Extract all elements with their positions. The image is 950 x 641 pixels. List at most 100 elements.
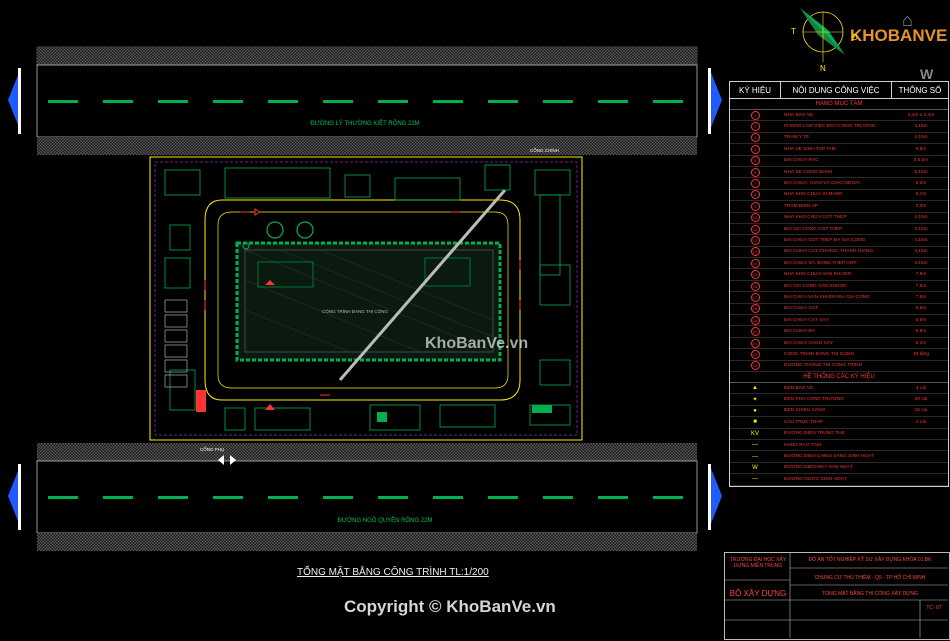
- legend-row: 6 NHÀ XE CÔNG NHÂN 5,15m: [730, 167, 948, 179]
- legend-symbol: —: [752, 453, 758, 460]
- title-block-school: TRƯỜNG ĐẠI HỌC XÂY DỰNG MIỀN TRUNG: [729, 557, 787, 569]
- legend-spec: 6,5m: [915, 329, 927, 335]
- legend-symbol-cell: 12: [730, 235, 780, 245]
- legend-row: 8 NHÀ KHO CHỨA XI MĂNG 6,7m: [730, 190, 948, 202]
- legend-description: ĐƯỜNG ĐIỆN TRUNG THẾ: [784, 431, 845, 437]
- title-block-sheet-no: TC- 07: [926, 605, 942, 611]
- watermark: KhoBanVe.vn: [425, 335, 529, 352]
- legend-description: NHÀ KHO CHỨA VÁN KHUÔN: [784, 272, 851, 278]
- legend-symbol-cell: 16: [730, 281, 780, 291]
- legend-description: PHÒNG LÀM VIỆC BCH CÔNG TRƯỜNG: [784, 124, 876, 130]
- legend-description: HÀNG RÀO TẠM: [784, 442, 821, 448]
- legend-symbol: 11: [750, 224, 760, 234]
- legend-symbol-cell: 17: [730, 292, 780, 302]
- copyright-text: Copyright © KhoBanVe.vn: [344, 597, 556, 616]
- legend-symbol: 19: [750, 315, 760, 325]
- legend-description: CẦU TRỤC THÁP: [784, 419, 823, 425]
- legend-row: 22 CÔNG TRÌNH ĐANG THI CÔNG 16 tầng: [730, 349, 948, 361]
- legend-symbol-cell: 21: [730, 338, 780, 348]
- legend-description: BÃI GIA CÔNG VÁN KHUÔN: [784, 283, 847, 289]
- legend-header: KÝ HIỆU NỘI DUNG CÔNG VIỆC THÔNG SỐ: [730, 82, 948, 99]
- legend-description: ĐÈN PHA CÔNG TRƯỜNG: [784, 397, 844, 403]
- legend-row: 17 BÃI CHỨA VÁN KHUÔN ĐÃ GIA CÔNG 7,5m: [730, 292, 948, 304]
- legend-row: 13 BÃI CHỨA CÂY CHỐNG, THANH GIẰNG 4,15m: [730, 247, 948, 259]
- legend-row: 5 BÃI CHỨA RÁC 3,5,5m: [730, 156, 948, 167]
- legend-description: NHÀ VỆ SINH TẬP THỂ: [784, 146, 836, 152]
- legend-spec: 5,15m: [914, 169, 928, 175]
- legend-description: BÃI CHỨA CỐT THÉP ĐÃ GIA CÔNG: [784, 237, 866, 243]
- compass-north-label: N: [820, 64, 826, 73]
- legend-description: ĐÈN CHIẾU SÁNG: [784, 408, 826, 414]
- legend-spec: 6,5m: [915, 317, 927, 323]
- legend-row: 3 TRẠM Y TẾ 4,15m: [730, 133, 948, 145]
- legend-description: TRẠM BIẾN ÁP: [784, 203, 818, 209]
- legend-symbol-cell: 15: [730, 270, 780, 280]
- legend-symbol-cell: 18: [730, 304, 780, 314]
- legend-symbol: 6: [750, 167, 760, 177]
- legend-row: — ĐƯỜNG ĐIỆN CHIẾU SÁNG SINH HOẠT: [730, 451, 948, 463]
- legend-description: BÃI CHỨA, GIAO VÀ GIAO NGOÀI: [784, 181, 860, 187]
- legend-spec: 4 cái: [915, 385, 927, 391]
- legend-description: TRẠM Y TẾ: [784, 135, 810, 141]
- legend-spec: 4,15m: [914, 237, 928, 243]
- legend-symbol: 4: [750, 144, 760, 154]
- road-bottom-label: ĐƯỜNG NGÔ QUYỀN RỘNG 22M: [338, 517, 433, 524]
- legend-spec: 4,15m: [914, 226, 928, 232]
- building-label: CÔNG TRÌNH ĐANG THI CÔNG: [322, 308, 388, 314]
- legend-description: BÃI CHỨA CÂY CHỐNG, THANH GIẰNG: [784, 249, 874, 255]
- legend-symbol-cell: W: [730, 465, 780, 471]
- legend-row: 23 ĐƯỜNG THÔNG TIN CÔNG TRÌNH: [730, 361, 948, 372]
- legend-symbol: 3: [750, 133, 760, 143]
- legend-description: NHÀ KHO CHỨA XI MĂNG: [784, 192, 843, 198]
- legend-symbol-cell: 6: [730, 167, 780, 177]
- legend-symbol: ▲: [752, 385, 758, 392]
- legend-symbol: 12: [750, 235, 760, 245]
- worker-toilets: [164, 299, 188, 388]
- legend-symbol-cell: ▲: [730, 385, 780, 391]
- legend-symbol-cell: KV: [730, 431, 780, 437]
- legend-symbol: ✦: [752, 397, 758, 404]
- legend-row: 16 BÃI GIA CÔNG VÁN KHUÔN 7,5m: [730, 281, 948, 293]
- legend-items-temp: 1 NHÀ BẢO VỆ 3,4m x 3,4m 2 PHÒNG LÀM VIỆC BC…: [730, 110, 948, 372]
- legend-symbol-cell: 19: [730, 315, 780, 325]
- legend-symbol-cell: 5: [730, 156, 780, 166]
- legend-symbol: —: [752, 476, 758, 483]
- legend-spec: 1 cái: [915, 419, 927, 425]
- title-block-sheet: TỔNG MẶT BẰNG THI CÔNG XÂY DỰNG: [822, 591, 918, 597]
- legend-symbol-cell: 10: [730, 213, 780, 223]
- legend-description: NHÀ KHO CHỨA CỐT THÉP: [784, 215, 847, 221]
- legend-symbol: KV: [750, 430, 759, 437]
- legend-symbol: —: [752, 442, 758, 449]
- legend-spec: 7,5m: [915, 272, 927, 278]
- legend-description: BÃI CHỨA ĐÁ: [784, 329, 816, 335]
- legend-row: 1 NHÀ BẢO VỆ 3,4m x 3,4m: [730, 110, 948, 122]
- legend-symbol: 10: [750, 213, 760, 223]
- legend-spec: 3,3m: [915, 203, 927, 209]
- legend-symbol-cell: 14: [730, 258, 780, 268]
- top-road: [8, 46, 722, 155]
- legend-row: 12 BÃI CHỨA CỐT THÉP ĐÃ GIA CÔNG 4,15m: [730, 235, 948, 247]
- legend-symbol: 22: [750, 349, 760, 359]
- legend-description: ĐƯỜNG ĐIỆN CHIẾU SÁNG SINH HOẠT: [784, 454, 875, 460]
- legend-symbol-cell: 13: [730, 247, 780, 257]
- legend-description: BÃI CHỨA SÀ, BĂNG THÉP HỘP: [784, 260, 857, 266]
- legend-symbol: 23: [750, 361, 760, 371]
- legend-symbol: 2: [750, 122, 760, 132]
- legend-description: ĐÈN BẢO VỆ: [784, 385, 814, 391]
- compass-east-label: Đ: [852, 33, 858, 42]
- legend-symbol: ■: [753, 419, 757, 426]
- legend-items-symbols: ▲ ĐÈN BẢO VỆ 4 cái ✦ ĐÈN PHA CÔNG TRƯỜNG 20 c…: [730, 383, 948, 486]
- legend-row: 19 BÃI CHỨA CÁT XÂY 6,5m: [730, 315, 948, 327]
- legend-description: ĐƯỜNG ĐIỆN MÁY SẢN XUẤT: [784, 465, 853, 471]
- legend-description: ĐƯỜNG NƯỚC SINH HOẠT: [784, 476, 847, 482]
- legend-symbol: 18: [750, 304, 760, 314]
- legend-symbol-cell: 7: [730, 179, 780, 189]
- legend-symbol: 5: [750, 156, 760, 166]
- legend-row: 4 NHÀ VỆ SINH TẬP THỂ 6,5m: [730, 144, 948, 156]
- legend-symbol-cell: 3: [730, 133, 780, 143]
- legend-symbol: ●: [753, 407, 757, 414]
- legend-header-content: NỘI DUNG CÔNG VIỆC: [781, 82, 892, 98]
- legend-row: 2 PHÒNG LÀM VIỆC BCH CÔNG TRƯỜNG 4,15m: [730, 121, 948, 133]
- legend-spec: 3,5,5m: [913, 158, 929, 164]
- legend-symbol: 9: [750, 201, 760, 211]
